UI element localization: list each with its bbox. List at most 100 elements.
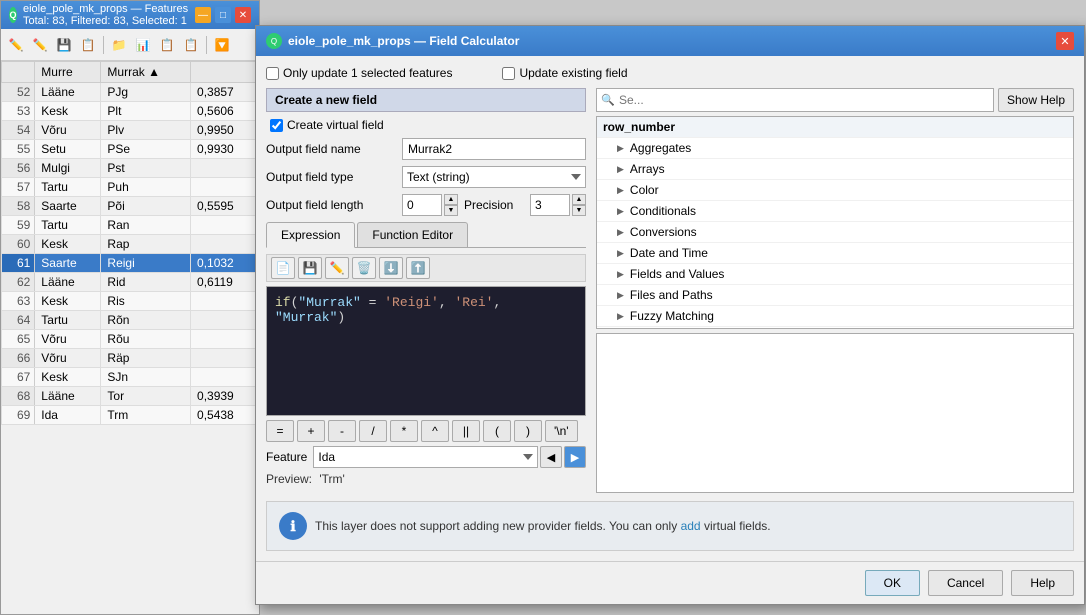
op-plus[interactable]: + xyxy=(297,420,325,442)
feature-prev-btn[interactable]: ◀ xyxy=(540,446,562,468)
col-val-header[interactable] xyxy=(191,62,259,83)
output-field-name-input[interactable] xyxy=(402,138,586,160)
table-row[interactable]: 59 Tartu Ran xyxy=(2,216,259,235)
cell-murrak: Räp xyxy=(101,349,191,368)
dialog-close-button[interactable]: ✕ xyxy=(1056,32,1074,50)
cell-murrak: SJn xyxy=(101,368,191,387)
precision-spin-up[interactable]: ▲ xyxy=(572,194,586,205)
update-existing-label[interactable]: Update existing field xyxy=(502,66,627,80)
function-list-item[interactable]: ▶Conditionals xyxy=(597,201,1073,222)
function-list-item[interactable]: row_number xyxy=(597,117,1073,138)
op-minus[interactable]: - xyxy=(328,420,356,442)
show-help-button[interactable]: Show Help xyxy=(998,88,1074,112)
search-input[interactable] xyxy=(596,88,994,112)
cell-murrak: Trm xyxy=(101,406,191,425)
table-row[interactable]: 62 Lääne Rid 0,6119 xyxy=(2,273,259,292)
create-virtual-field-checkbox[interactable] xyxy=(270,119,283,132)
feature-select[interactable]: Ida xyxy=(313,446,538,468)
op-close-paren[interactable]: ) xyxy=(514,420,542,442)
toolbar-btn-7[interactable]: 📋 xyxy=(156,34,178,56)
table-row[interactable]: 53 Kesk Plt 0,5606 xyxy=(2,102,259,121)
feature-label: Feature xyxy=(266,450,307,464)
function-list-item[interactable]: ▶Conversions xyxy=(597,222,1073,243)
row-number: 53 xyxy=(2,102,35,121)
cell-val xyxy=(191,311,259,330)
separator-2 xyxy=(206,36,207,54)
toolbar-btn-6[interactable]: 📊 xyxy=(132,34,154,56)
op-divide[interactable]: / xyxy=(359,420,387,442)
function-list-item[interactable]: ▶Fuzzy Matching xyxy=(597,306,1073,327)
toolbar-btn-1[interactable]: ✏️ xyxy=(5,34,27,56)
table-row[interactable]: 67 Kesk SJn xyxy=(2,368,259,387)
toolbar-btn-2[interactable]: ✏️ xyxy=(29,34,51,56)
filter-button[interactable]: 🔽 xyxy=(211,34,233,56)
cell-murre: Setu xyxy=(35,140,101,159)
table-row[interactable]: 68 Lääne Tor 0,3939 xyxy=(2,387,259,406)
tab-expression[interactable]: Expression xyxy=(266,222,355,248)
function-list-item[interactable]: ▶Date and Time xyxy=(597,243,1073,264)
expr-export-btn[interactable]: ⬆️ xyxy=(406,257,430,279)
expr-delete-btn[interactable]: 🗑️ xyxy=(352,257,376,279)
length-input[interactable] xyxy=(402,194,442,216)
op-concat[interactable]: || xyxy=(452,420,480,442)
table-row[interactable]: 66 Võru Räp xyxy=(2,349,259,368)
col-murrak-header[interactable]: Murrak ▲ xyxy=(101,62,191,83)
function-list-item[interactable]: ▶Files and Paths xyxy=(597,285,1073,306)
precision-input[interactable] xyxy=(530,194,570,216)
cell-val xyxy=(191,178,259,197)
table-row[interactable]: 54 Võru Plv 0,9950 xyxy=(2,121,259,140)
function-list-item[interactable]: ▶Color xyxy=(597,180,1073,201)
feature-row: Feature Ida ◀ ▶ xyxy=(266,446,586,468)
op-multiply[interactable]: * xyxy=(390,420,418,442)
function-list-item[interactable]: ▶Fields and Values xyxy=(597,264,1073,285)
ok-button[interactable]: OK xyxy=(865,570,920,596)
only-update-checkbox[interactable] xyxy=(266,67,279,80)
feature-next-btn[interactable]: ▶ xyxy=(564,446,586,468)
table-row[interactable]: 58 Saarte Põi 0,5595 xyxy=(2,197,259,216)
table-row[interactable]: 56 Mulgi Pst xyxy=(2,159,259,178)
precision-spin-down[interactable]: ▼ xyxy=(572,205,586,216)
toolbar-btn-4[interactable]: 📋 xyxy=(77,34,99,56)
table-row[interactable]: 61 Saarte Reigi 0,1032 xyxy=(2,254,259,273)
col-murre-header[interactable]: Murre xyxy=(35,62,101,83)
update-existing-checkbox[interactable] xyxy=(502,67,515,80)
function-list-item[interactable]: ▶General xyxy=(597,327,1073,329)
expr-edit-btn[interactable]: ✏️ xyxy=(325,257,349,279)
expr-new-btn[interactable]: 📄 xyxy=(271,257,295,279)
length-spin-up[interactable]: ▲ xyxy=(444,194,458,205)
op-newline[interactable]: '\n' xyxy=(545,420,578,442)
help-button[interactable]: Help xyxy=(1011,570,1074,596)
table-row[interactable]: 55 Setu PSe 0,9930 xyxy=(2,140,259,159)
toolbar-btn-5[interactable]: 📁 xyxy=(108,34,130,56)
expression-editor[interactable]: if("Murrak" = 'Reigi', 'Rei', "Murrak") xyxy=(266,286,586,416)
table-row[interactable]: 52 Lääne PJg 0,3857 xyxy=(2,83,259,102)
maximize-button[interactable]: □ xyxy=(215,7,231,23)
table-row[interactable]: 60 Kesk Rap xyxy=(2,235,259,254)
table-row[interactable]: 65 Võru Rõu xyxy=(2,330,259,349)
output-field-type-select[interactable]: Text (string) xyxy=(402,166,586,188)
close-button[interactable]: ✕ xyxy=(235,7,251,23)
function-list-item[interactable]: ▶Arrays xyxy=(597,159,1073,180)
table-row[interactable]: 57 Tartu Puh xyxy=(2,178,259,197)
bottom-link[interactable]: add xyxy=(681,519,701,533)
expr-save-btn[interactable]: 💾 xyxy=(298,257,322,279)
minimize-button[interactable]: — xyxy=(195,7,211,23)
only-update-label[interactable]: Only update 1 selected features xyxy=(266,66,452,80)
op-power[interactable]: ^ xyxy=(421,420,449,442)
row-number: 68 xyxy=(2,387,35,406)
tab-function-editor[interactable]: Function Editor xyxy=(357,222,468,247)
function-list-item[interactable]: ▶Aggregates xyxy=(597,138,1073,159)
op-open-paren[interactable]: ( xyxy=(483,420,511,442)
function-item-label: Files and Paths xyxy=(630,288,713,302)
length-spin-down[interactable]: ▼ xyxy=(444,205,458,216)
op-equals[interactable]: = xyxy=(266,420,294,442)
toolbar-btn-8[interactable]: 📋 xyxy=(180,34,202,56)
table-row[interactable]: 69 Ida Trm 0,5438 xyxy=(2,406,259,425)
create-virtual-field-label[interactable]: Create virtual field xyxy=(266,118,586,132)
toolbar-btn-3[interactable]: 💾 xyxy=(53,34,75,56)
table-row[interactable]: 63 Kesk Ris xyxy=(2,292,259,311)
expr-import-btn[interactable]: ⬇️ xyxy=(379,257,403,279)
cell-murrak: Rõu xyxy=(101,330,191,349)
table-row[interactable]: 64 Tartu Rõn xyxy=(2,311,259,330)
cancel-button[interactable]: Cancel xyxy=(928,570,1003,596)
